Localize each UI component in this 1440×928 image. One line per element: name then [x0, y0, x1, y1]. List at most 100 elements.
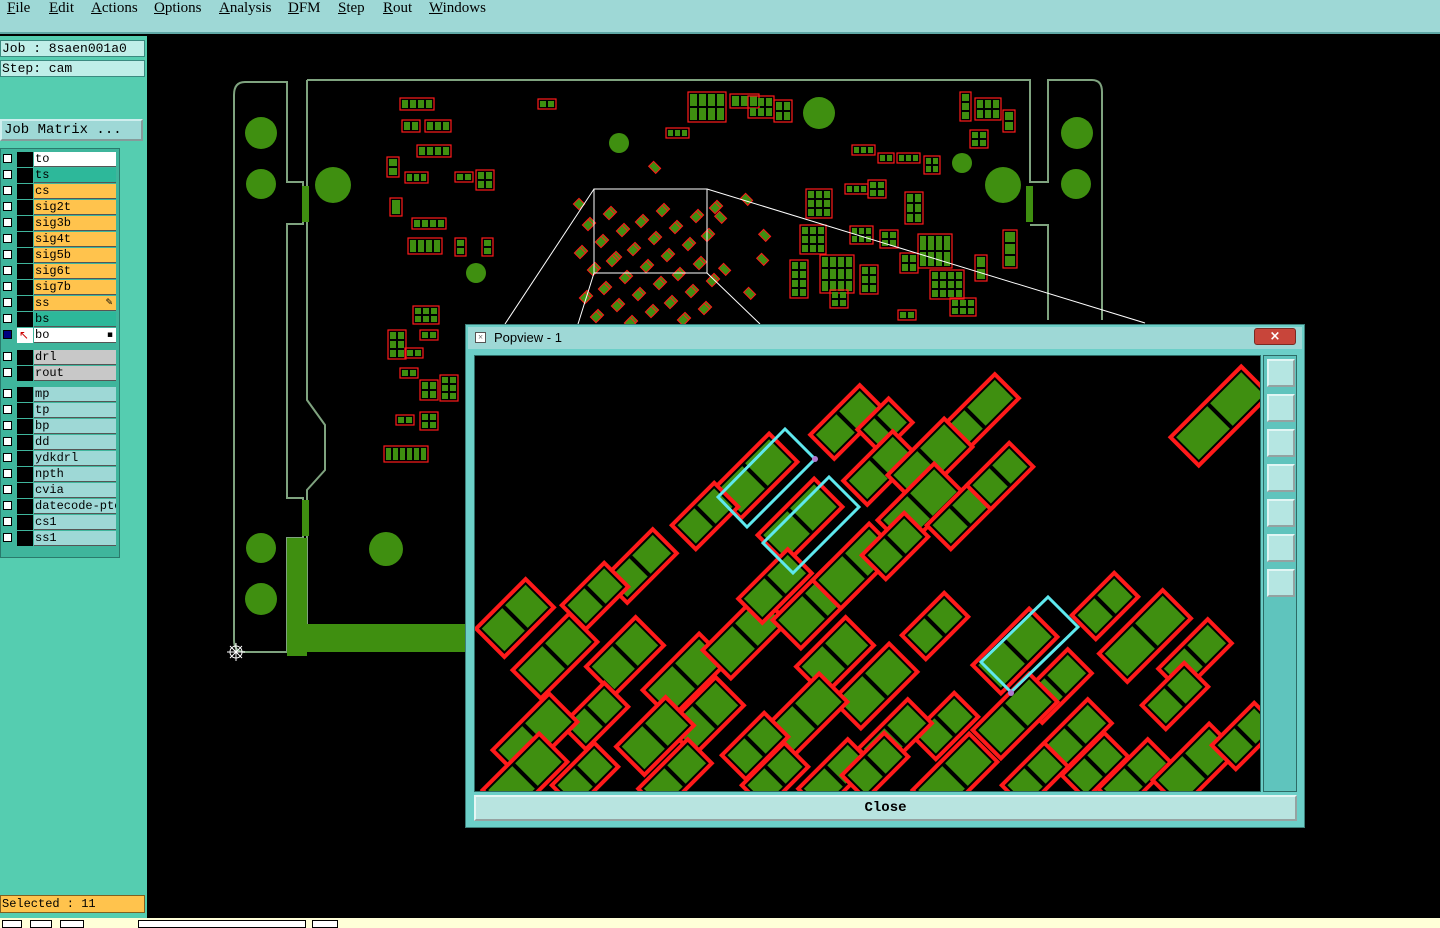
layer-work-column[interactable]: [17, 216, 33, 231]
bottom-box[interactable]: [312, 920, 338, 928]
layer-checkbox[interactable]: [3, 485, 12, 494]
layer-row-sig2t[interactable]: sig2t: [1, 200, 118, 215]
menu-actions[interactable]: Actions: [91, 0, 138, 17]
layer-work-column[interactable]: [17, 387, 33, 402]
layer-checkbox[interactable]: [3, 298, 12, 307]
layer-row-ss1[interactable]: ss1: [1, 531, 118, 546]
layer-checkbox[interactable]: [3, 218, 12, 227]
layer-row-npth[interactable]: npth: [1, 467, 118, 482]
layer-work-column[interactable]: [17, 435, 33, 450]
zoom-window-icon[interactable]: [1267, 359, 1295, 387]
pad: [932, 281, 938, 288]
menu-rout[interactable]: Rout: [383, 0, 412, 17]
layer-row-bs[interactable]: bs: [1, 312, 118, 327]
popview-canvas[interactable]: [474, 355, 1261, 792]
menu-options[interactable]: Options: [154, 0, 202, 17]
layer-work-column[interactable]: [17, 366, 33, 381]
layer-row-sig7b[interactable]: sig7b: [1, 280, 118, 295]
popview-titlebar[interactable]: × Popview - 1 ×: [468, 327, 1302, 349]
layer-checkbox[interactable]: [3, 533, 12, 542]
layer-row-sig4t[interactable]: sig4t: [1, 232, 118, 247]
bottom-box[interactable]: [2, 920, 22, 928]
menu-analysis[interactable]: Analysis: [219, 0, 272, 17]
menu-edit[interactable]: Edit: [49, 0, 74, 17]
layer-work-column[interactable]: ↖: [17, 328, 33, 343]
menu-windows[interactable]: Windows: [429, 0, 486, 17]
layer-checkbox[interactable]: [3, 314, 12, 323]
layer-work-column[interactable]: [17, 467, 33, 482]
window-close-button[interactable]: ×: [1254, 328, 1296, 345]
layer-work-column[interactable]: [17, 184, 33, 199]
layer-row-to[interactable]: to: [1, 152, 118, 167]
layer-row-sig5b[interactable]: sig5b: [1, 248, 118, 263]
layer-checkbox[interactable]: [3, 154, 12, 163]
close-button[interactable]: Close: [474, 795, 1297, 821]
layer-row-ts[interactable]: ts: [1, 168, 118, 183]
layer-checkbox[interactable]: [3, 170, 12, 179]
layer-work-column[interactable]: [17, 531, 33, 546]
layer-checkbox[interactable]: [3, 352, 12, 361]
layer-checkbox[interactable]: [3, 517, 12, 526]
layer-work-column[interactable]: [17, 499, 33, 514]
layer-row-bo[interactable]: ↖ bo ▪: [1, 328, 118, 343]
layer-work-column[interactable]: [17, 419, 33, 434]
layer-work-column[interactable]: [17, 168, 33, 183]
bottom-input[interactable]: [138, 920, 306, 928]
layer-work-column[interactable]: [17, 200, 33, 215]
layer-work-column[interactable]: [17, 280, 33, 295]
menu-dfm[interactable]: DFM: [288, 0, 321, 17]
layer-work-column[interactable]: [17, 264, 33, 279]
layer-checkbox[interactable]: [3, 282, 12, 291]
layer-row-drl[interactable]: drl: [1, 350, 118, 365]
layer-row-datecode-pte[interactable]: datecode-pte: [1, 499, 118, 514]
layer-checkbox[interactable]: [3, 186, 12, 195]
layer-checkbox[interactable]: [3, 389, 12, 398]
layer-checkbox[interactable]: [3, 405, 12, 414]
layer-row-mp[interactable]: mp: [1, 387, 118, 402]
layer-row-sig6t[interactable]: sig6t: [1, 264, 118, 279]
zoom-home-icon[interactable]: [1267, 534, 1295, 562]
layer-checkbox[interactable]: [3, 453, 12, 462]
menu-step[interactable]: Step: [338, 0, 365, 17]
menu-file[interactable]: File: [7, 0, 30, 17]
layer-row-cs1[interactable]: cs1: [1, 515, 118, 530]
layer-checkbox[interactable]: [3, 437, 12, 446]
layer-work-column[interactable]: [17, 403, 33, 418]
layer-checkbox[interactable]: [3, 421, 12, 430]
pan-down-icon[interactable]: [1267, 429, 1295, 457]
layer-row-cvia[interactable]: cvia: [1, 483, 118, 498]
layer-row-rout[interactable]: rout: [1, 366, 118, 381]
pan-left-icon[interactable]: [1267, 464, 1295, 492]
layer-work-column[interactable]: [17, 152, 33, 167]
layer-work-column[interactable]: [17, 296, 33, 311]
layer-work-column[interactable]: [17, 248, 33, 263]
pan-up-icon[interactable]: [1267, 394, 1295, 422]
job-matrix-button[interactable]: Job Matrix ...: [0, 119, 143, 141]
layer-checkbox[interactable]: [3, 330, 12, 339]
layer-work-column[interactable]: [17, 451, 33, 466]
layer-checkbox[interactable]: [3, 469, 12, 478]
layer-row-ydkdrl[interactable]: ydkdrl: [1, 451, 118, 466]
layer-row-ss[interactable]: ss ✎: [1, 296, 118, 311]
layer-checkbox[interactable]: [3, 266, 12, 275]
pad: [406, 417, 412, 423]
bottom-box[interactable]: [60, 920, 84, 928]
bottom-box[interactable]: [30, 920, 52, 928]
layer-checkbox[interactable]: [3, 202, 12, 211]
layer-row-sig3b[interactable]: sig3b: [1, 216, 118, 231]
layer-checkbox[interactable]: [3, 501, 12, 510]
layer-work-column[interactable]: [17, 350, 33, 365]
layer-row-tp[interactable]: tp: [1, 403, 118, 418]
layer-checkbox[interactable]: [3, 368, 12, 377]
layer-work-column[interactable]: [17, 515, 33, 530]
layer-checkbox[interactable]: [3, 234, 12, 243]
pan-right-icon[interactable]: [1267, 499, 1295, 527]
zoom-fit-icon[interactable]: [1267, 569, 1295, 597]
layer-work-column[interactable]: [17, 232, 33, 247]
layer-work-column[interactable]: [17, 483, 33, 498]
layer-row-bp[interactable]: bp: [1, 419, 118, 434]
layer-row-cs[interactable]: cs: [1, 184, 118, 199]
layer-work-column[interactable]: [17, 312, 33, 327]
layer-row-dd[interactable]: dd: [1, 435, 118, 450]
layer-checkbox[interactable]: [3, 250, 12, 259]
